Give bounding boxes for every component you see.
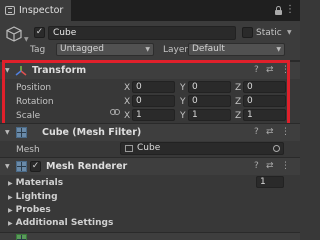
mesh-renderer-section-label: Materials	[15, 178, 64, 188]
foldout-arrow-icon[interactable]: ▶	[8, 194, 13, 201]
presets-icon[interactable]: ⇄	[266, 127, 274, 137]
mesh-renderer-section-label: Additional Settings	[15, 218, 114, 228]
mesh-label: Mesh	[16, 145, 40, 155]
tag-value: Untagged	[60, 44, 105, 54]
foldout-arrow-icon[interactable]: ▶	[8, 220, 13, 227]
mesh-renderer-section[interactable]: ▶ Probes	[8, 205, 51, 215]
static-label: Static	[256, 28, 282, 38]
lock-icon[interactable]	[275, 6, 282, 15]
mesh-filter-icon	[16, 127, 27, 138]
icon-dropdown-arrow-icon[interactable]: ▼	[24, 36, 29, 43]
help-icon[interactable]: ?	[254, 161, 259, 171]
tag-dropdown[interactable]: Untagged ▼	[56, 43, 154, 56]
materials-count-field[interactable]: 1	[256, 176, 284, 188]
tab-inspector[interactable]: Inspector	[0, 0, 71, 21]
mesh-renderer-enabled-checkbox[interactable]: ✓	[30, 161, 41, 172]
chevron-down-icon: ▼	[145, 46, 150, 53]
layer-label: Layer	[163, 45, 189, 55]
presets-icon[interactable]: ⇄	[266, 161, 274, 171]
mesh-filter-header[interactable]: ▼ Cube (Mesh Filter) ? ⇄ ⋮	[0, 123, 300, 141]
object-picker-icon[interactable]	[273, 145, 280, 152]
tab-bar: Inspector ⋮	[0, 0, 300, 21]
static-dropdown-arrow-icon[interactable]: ▼	[287, 29, 292, 36]
help-icon[interactable]: ?	[254, 127, 259, 137]
mesh-value: Cube	[137, 143, 161, 153]
mesh-renderer-icon	[16, 161, 27, 172]
more-options-icon[interactable]: ⋮	[281, 161, 290, 171]
object-name-field[interactable]: Cube	[48, 26, 236, 40]
active-checkbox[interactable]: ✓	[34, 27, 45, 38]
cube-icon	[6, 26, 22, 42]
layer-dropdown[interactable]: Default ▼	[188, 43, 285, 56]
mesh-object-field[interactable]: Cube	[120, 142, 284, 155]
transform-highlight-box	[2, 60, 290, 126]
foldout-arrow-icon[interactable]: ▼	[5, 129, 10, 136]
mesh-renderer-section[interactable]: ▶ Materials	[8, 178, 63, 188]
mesh-renderer-section[interactable]: ▶ Lighting	[8, 192, 58, 202]
foldout-arrow-icon[interactable]: ▶	[8, 207, 13, 214]
tag-label: Tag	[30, 45, 46, 55]
mesh-asset-icon	[125, 145, 133, 152]
layer-value: Default	[192, 44, 225, 54]
foldout-arrow-icon[interactable]: ▼	[5, 163, 10, 170]
tab-inspector-label: Inspector	[19, 5, 64, 16]
foldout-arrow-icon[interactable]: ▶	[8, 180, 13, 187]
mesh-filter-title: Cube (Mesh Filter)	[42, 127, 142, 138]
chevron-down-icon: ▼	[276, 46, 281, 53]
inspector-icon	[5, 6, 15, 15]
mesh-renderer-section[interactable]: ▶ Additional Settings	[8, 218, 113, 228]
mesh-renderer-title: Mesh Renderer	[46, 161, 128, 172]
box-collider-header[interactable]	[0, 232, 300, 240]
mesh-renderer-header[interactable]: ▼ ✓ Mesh Renderer ? ⇄ ⋮	[0, 157, 300, 175]
more-options-icon[interactable]: ⋮	[281, 127, 290, 137]
mesh-renderer-section-label: Probes	[15, 205, 51, 215]
box-collider-icon	[16, 234, 27, 240]
more-options-icon[interactable]: ⋮	[285, 3, 295, 17]
static-checkbox[interactable]	[242, 27, 253, 38]
mesh-renderer-section-label: Lighting	[15, 192, 58, 202]
